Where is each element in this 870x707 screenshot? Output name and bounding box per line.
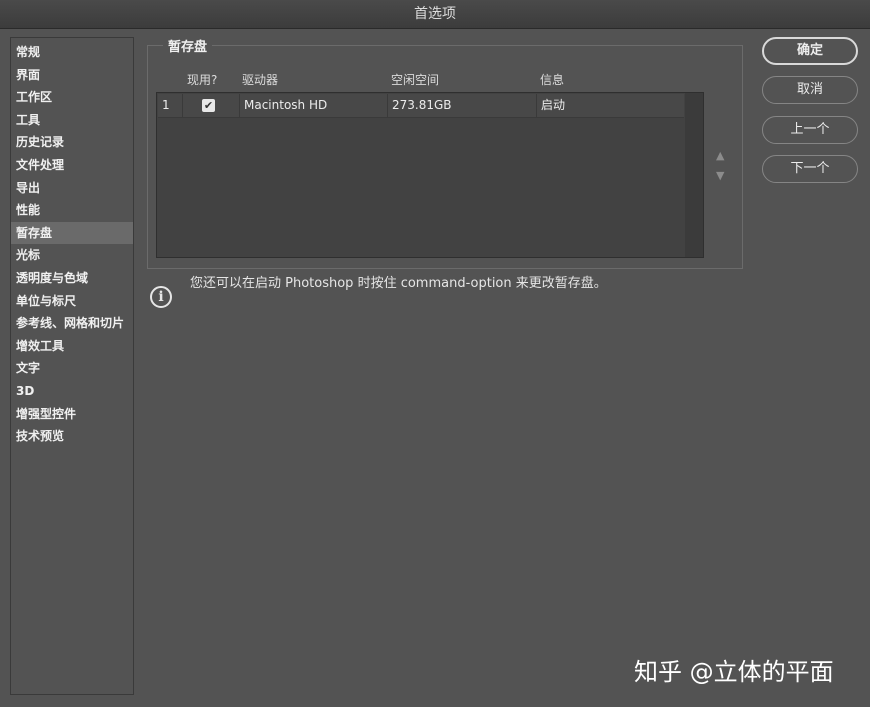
row-free-space: 273.81GB — [388, 94, 537, 117]
sidebar-item-history[interactable]: 历史记录 — [11, 131, 133, 154]
sidebar-item-general[interactable]: 常规 — [11, 41, 133, 64]
column-header-active: 现用? — [187, 73, 218, 87]
move-down-icon[interactable]: ▼ — [716, 169, 724, 182]
sidebar-item-cursors[interactable]: 光标 — [11, 244, 133, 267]
sidebar-item-file-handling[interactable]: 文件处理 — [11, 154, 133, 177]
group-title: 暂存盘 — [163, 36, 213, 55]
sidebar-item-transparency[interactable]: 透明度与色域 — [11, 267, 133, 290]
table-scrollbar[interactable] — [685, 93, 703, 257]
sidebar-item-enhanced-controls[interactable]: 增强型控件 — [11, 403, 133, 426]
row-drive: Macintosh HD — [240, 94, 388, 117]
preferences-sidebar: 常规 界面 工作区 工具 历史记录 文件处理 导出 性能 暂存盘 光标 透明度与… — [10, 37, 134, 695]
sidebar-item-type[interactable]: 文字 — [11, 357, 133, 380]
cancel-button[interactable]: 取消 — [762, 76, 858, 104]
sidebar-item-interface[interactable]: 界面 — [11, 64, 133, 87]
sidebar-item-performance[interactable]: 性能 — [11, 199, 133, 222]
sidebar-item-guides-grid[interactable]: 参考线、网格和切片 — [11, 312, 133, 335]
previous-button[interactable]: 上一个 — [762, 116, 858, 144]
scratch-note: 您还可以在启动 Photoshop 时按住 command-option 来更改… — [190, 276, 607, 291]
next-button[interactable]: 下一个 — [762, 155, 858, 183]
scratch-disk-table: 1 ✔ Macintosh HD 273.81GB 启动 — [156, 92, 704, 258]
active-checkbox[interactable]: ✔ — [202, 99, 215, 112]
column-header-info: 信息 — [540, 73, 565, 87]
row-active-cell: ✔ — [183, 94, 240, 117]
table-row[interactable]: 1 ✔ Macintosh HD 273.81GB 启动 — [158, 94, 684, 118]
sidebar-item-export[interactable]: 导出 — [11, 177, 133, 200]
sidebar-item-workspace[interactable]: 工作区 — [11, 86, 133, 109]
sidebar-item-tools[interactable]: 工具 — [11, 109, 133, 132]
sidebar-item-3d[interactable]: 3D — [11, 380, 133, 403]
window-title: 首选项 — [0, 0, 870, 29]
move-up-icon[interactable]: ▲ — [716, 149, 724, 162]
row-index: 1 — [158, 94, 183, 117]
info-icon: i — [150, 286, 172, 308]
ok-button[interactable]: 确定 — [762, 37, 858, 65]
sidebar-item-scratch-disks[interactable]: 暂存盘 — [11, 221, 133, 245]
row-info: 启动 — [541, 98, 566, 112]
sidebar-item-units-rulers[interactable]: 单位与标尺 — [11, 290, 133, 313]
column-header-free-space: 空闲空间 — [391, 73, 440, 87]
column-header-drive: 驱动器 — [242, 73, 279, 87]
sidebar-item-plugins[interactable]: 增效工具 — [11, 335, 133, 358]
sidebar-item-tech-previews[interactable]: 技术预览 — [11, 425, 133, 448]
watermark: 知乎 @立体的平面 — [634, 658, 834, 686]
